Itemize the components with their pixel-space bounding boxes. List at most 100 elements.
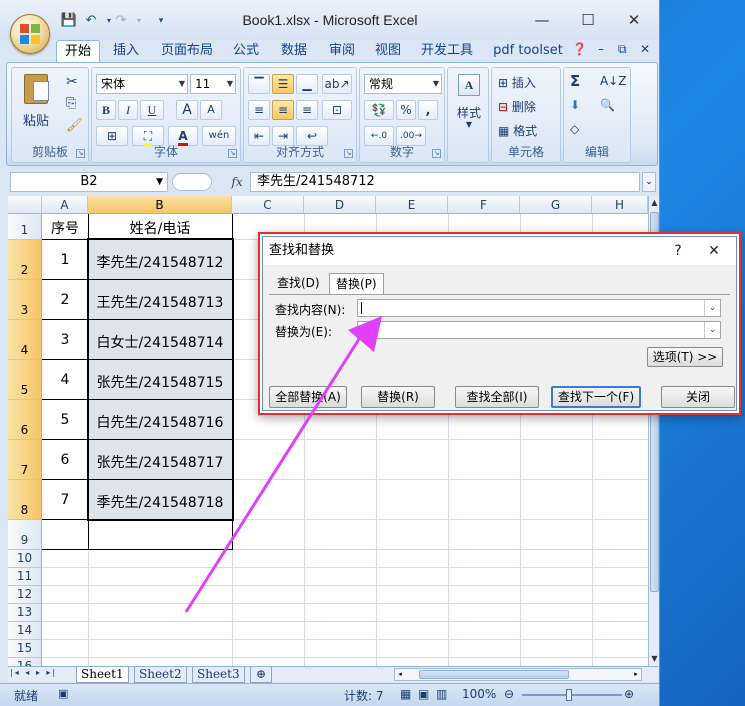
delete-cells-button[interactable]: ⊟ 删除 xyxy=(498,98,536,115)
row-header-15[interactable]: 15 xyxy=(8,640,42,658)
table-cell[interactable]: 4 xyxy=(42,372,88,388)
column-header-a[interactable]: A xyxy=(42,196,88,214)
table-cell[interactable]: 7 xyxy=(42,492,88,508)
scroll-right-icon[interactable]: ▸ xyxy=(631,669,641,680)
clear-button[interactable]: ◇ xyxy=(570,122,579,136)
customize-qat-icon[interactable]: ▾ xyxy=(152,12,170,30)
tab-developer[interactable]: 开发工具 xyxy=(416,40,478,62)
sheet-tab-1[interactable]: Sheet1 xyxy=(76,667,129,683)
zoom-slider-thumb[interactable] xyxy=(566,689,572,701)
chevron-down-icon[interactable]: ⌄ xyxy=(704,322,720,338)
font-size-combo[interactable]: 11 ▼ xyxy=(190,74,236,94)
tab-insert[interactable]: 插入 xyxy=(104,40,148,62)
formula-input[interactable]: 李先生/241548712 xyxy=(250,172,640,192)
zoom-slider[interactable] xyxy=(522,689,622,701)
grow-font-button[interactable]: A xyxy=(176,100,198,120)
row-header-1[interactable]: 1 xyxy=(8,214,42,240)
tab-pdf-toolset[interactable]: pdf toolset xyxy=(488,40,568,62)
tab-find[interactable]: 查找(D) xyxy=(271,273,326,294)
column-header-b[interactable]: B xyxy=(88,196,232,214)
tab-formulas[interactable]: 公式 xyxy=(226,40,266,62)
table-cell[interactable]: 张先生/241548717 xyxy=(88,452,232,472)
merge-center-button[interactable]: ⊡ xyxy=(322,100,352,120)
tab-view[interactable]: 视图 xyxy=(368,40,408,62)
replace-all-button[interactable]: 全部替换(A) xyxy=(269,386,347,408)
table-cell[interactable]: 3 xyxy=(42,332,88,348)
table-cell[interactable]: 5 xyxy=(42,412,88,428)
align-left-button[interactable]: ≡ xyxy=(248,100,270,120)
format-cells-button[interactable]: ▦ 格式 xyxy=(498,122,537,139)
minimize-button[interactable]: — xyxy=(522,8,562,32)
horizontal-scrollbar[interactable]: ◂ ▸ xyxy=(394,668,642,681)
undo-icon[interactable]: ↶ xyxy=(82,12,100,30)
replace-button[interactable]: 替换(R) xyxy=(361,386,435,408)
page-break-view-icon[interactable]: ▥ xyxy=(436,687,447,701)
h-scroll-thumb[interactable] xyxy=(419,670,569,679)
table-cell[interactable]: 张先生/241548715 xyxy=(88,372,232,392)
redo-dropdown-icon[interactable]: ▾ xyxy=(130,12,148,30)
close-dialog-button[interactable]: 关闭 xyxy=(661,386,735,408)
zoom-in-icon[interactable]: ⊕ xyxy=(624,687,634,701)
find-what-input[interactable]: ⌄ xyxy=(357,299,721,317)
column-header-g[interactable]: G xyxy=(520,196,592,214)
styles-button[interactable]: A 样式 ▼ xyxy=(452,72,486,136)
ribbon-close-icon[interactable]: ✕ xyxy=(640,42,650,56)
row-header-14[interactable]: 14 xyxy=(8,622,42,640)
table-cell[interactable]: 王先生/241548713 xyxy=(88,292,232,312)
scroll-down-icon[interactable]: ▼ xyxy=(649,652,659,666)
shrink-font-button[interactable]: A xyxy=(200,100,222,120)
bold-button[interactable]: B xyxy=(96,100,116,120)
maximize-button[interactable]: ☐ xyxy=(568,8,608,32)
redo-icon[interactable]: ↷ xyxy=(112,12,130,30)
scroll-left-icon[interactable]: ◂ xyxy=(395,669,405,680)
sort-filter-button[interactable]: A↓Z xyxy=(600,74,626,88)
copy-icon[interactable]: ⎘ xyxy=(66,96,76,111)
row-header-4[interactable]: 4 xyxy=(8,320,42,360)
fill-button[interactable]: ⬇ xyxy=(570,98,580,112)
row-header-2[interactable]: 2 xyxy=(8,240,42,280)
insert-cells-button[interactable]: ⊞ 插入 xyxy=(498,74,536,91)
align-bottom-button[interactable]: ▁ xyxy=(296,74,318,94)
row-header-6[interactable]: 6 xyxy=(8,400,42,440)
row-header-9[interactable]: 9 xyxy=(8,520,42,550)
insert-function-button[interactable]: fx xyxy=(224,172,250,192)
alignment-launcher-icon[interactable]: ↘ xyxy=(344,149,353,158)
table-cell[interactable]: 李先生/241548712 xyxy=(88,252,232,272)
tab-page-layout[interactable]: 页面布局 xyxy=(154,40,220,62)
number-launcher-icon[interactable]: ↘ xyxy=(432,149,441,158)
row-header-8[interactable]: 8 xyxy=(8,480,42,520)
row-header-13[interactable]: 13 xyxy=(8,604,42,622)
row-header-10[interactable]: 10 xyxy=(8,550,42,568)
column-header-f[interactable]: F xyxy=(448,196,520,214)
tab-data[interactable]: 数据 xyxy=(274,40,314,62)
paste-button[interactable]: 粘贴 xyxy=(18,72,54,130)
clipboard-launcher-icon[interactable]: ↘ xyxy=(76,149,85,158)
chevron-down-icon[interactable]: ⌄ xyxy=(704,300,720,316)
ribbon-restore-icon[interactable]: ⧉ xyxy=(618,42,627,57)
dialog-titlebar[interactable]: 查找和替换 ? ✕ xyxy=(263,237,736,265)
table-cell[interactable]: 1 xyxy=(42,252,88,268)
orientation-button[interactable]: ab↗ xyxy=(322,74,352,94)
row-header-7[interactable]: 7 xyxy=(8,440,42,480)
dialog-close-icon[interactable]: ✕ xyxy=(700,237,728,265)
column-header-d[interactable]: D xyxy=(304,196,376,214)
row-header-16[interactable]: 16 xyxy=(8,658,42,666)
help-icon[interactable]: ❓ xyxy=(572,42,587,56)
formula-bar-splitter[interactable] xyxy=(172,173,212,191)
table-cell[interactable]: 白先生/241548716 xyxy=(88,412,232,432)
tab-home[interactable]: 开始 xyxy=(56,40,100,62)
sheet-nav-icons[interactable]: |◂ ◂ ▸ ▸| xyxy=(10,668,57,677)
sheet-tab-3[interactable]: Sheet3 xyxy=(192,667,245,683)
accounting-format-button[interactable]: 💱 xyxy=(364,100,394,120)
page-layout-view-icon[interactable]: ▣ xyxy=(418,687,429,701)
insert-sheet-icon[interactable]: ⊕ xyxy=(250,667,272,683)
normal-view-icon[interactable]: ▦ xyxy=(400,687,411,701)
table-cell[interactable]: 季先生/241548718 xyxy=(88,492,232,512)
tab-review[interactable]: 审阅 xyxy=(322,40,362,62)
expand-formula-icon[interactable]: ⌄ xyxy=(642,172,656,192)
font-launcher-icon[interactable]: ↘ xyxy=(228,149,237,158)
select-all-corner[interactable] xyxy=(8,196,42,214)
underline-button[interactable]: U xyxy=(140,100,164,120)
align-top-button[interactable]: ▔ xyxy=(248,74,270,94)
zoom-level[interactable]: 100% xyxy=(462,687,496,701)
